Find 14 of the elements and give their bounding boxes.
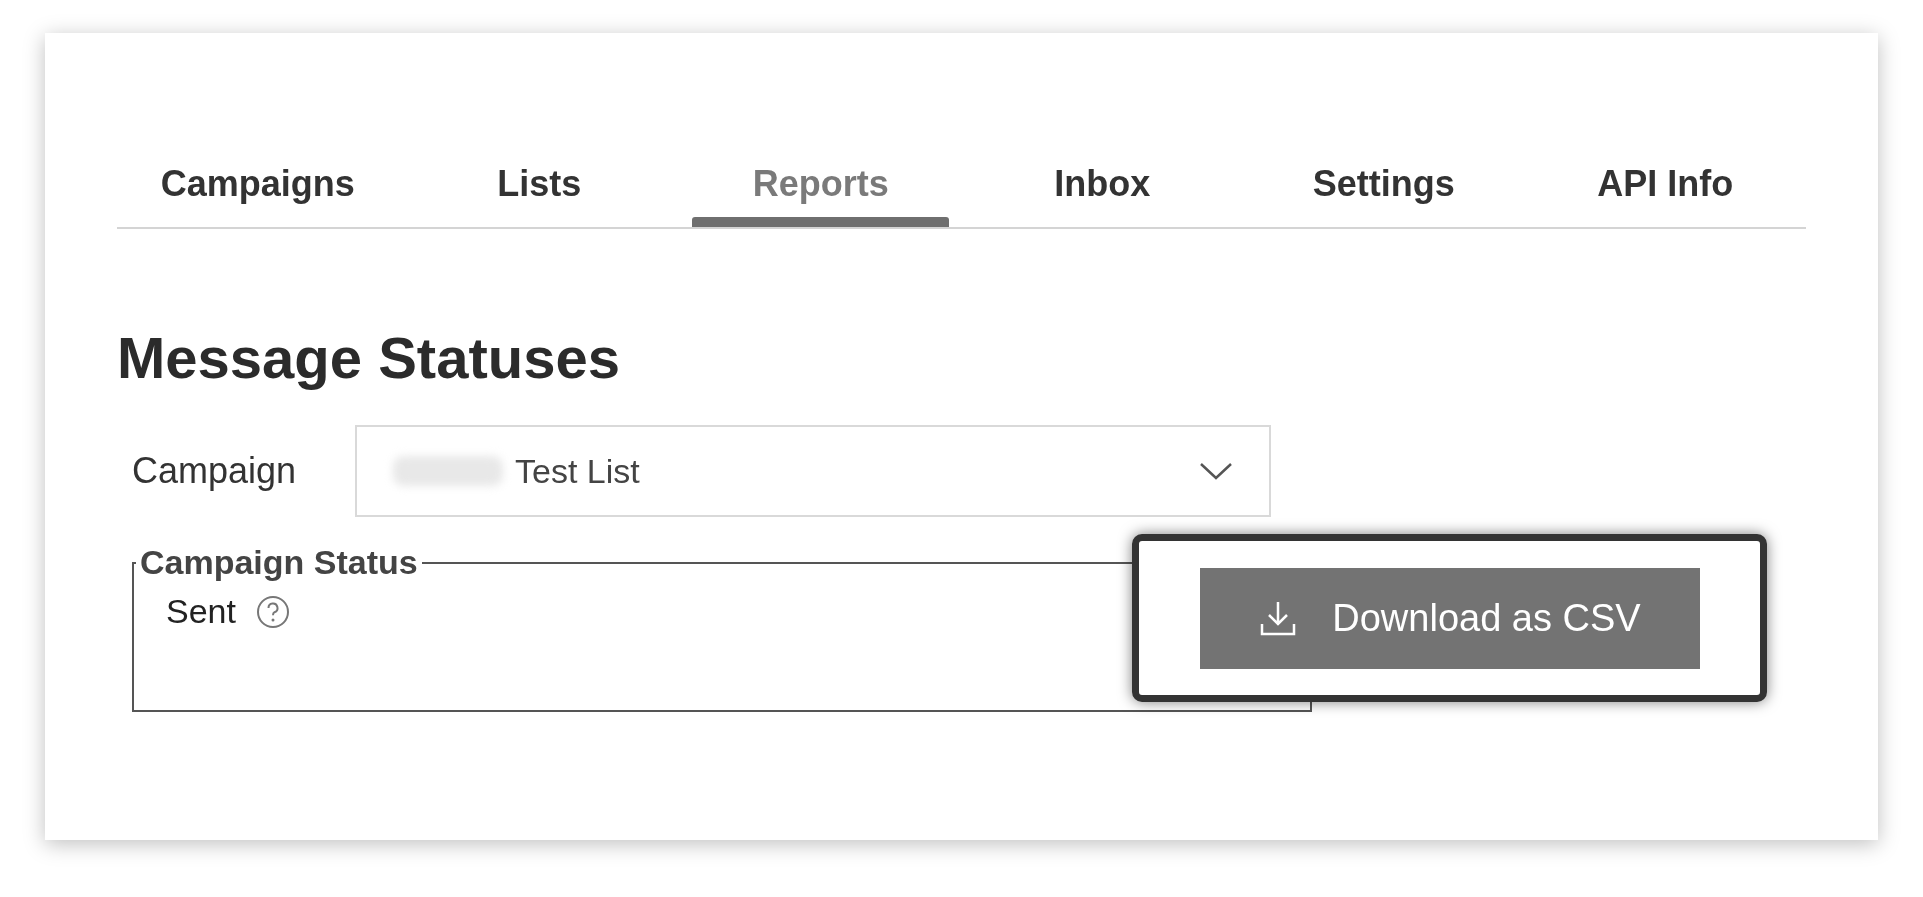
download-button[interactable]: Download as CSV bbox=[1199, 567, 1700, 669]
chevron-down-icon bbox=[1199, 461, 1233, 481]
help-icon[interactable] bbox=[255, 594, 290, 629]
page-heading: Message Statuses bbox=[117, 324, 620, 392]
nav-tab[interactable]: Campaigns bbox=[117, 151, 399, 227]
status-text: Sent bbox=[166, 591, 236, 632]
nav-tab[interactable]: API Info bbox=[1524, 151, 1806, 227]
group-legend: Campaign Status bbox=[136, 537, 422, 588]
campaign-label: Campaign bbox=[132, 449, 298, 493]
nav-tab[interactable]: Inbox bbox=[961, 151, 1243, 227]
campaign-select[interactable]: Test List bbox=[355, 425, 1271, 517]
nav-tab[interactable]: Lists bbox=[398, 151, 680, 227]
nav-tab[interactable]: Reports bbox=[680, 151, 962, 227]
nav-tab[interactable]: Settings bbox=[1243, 151, 1525, 227]
